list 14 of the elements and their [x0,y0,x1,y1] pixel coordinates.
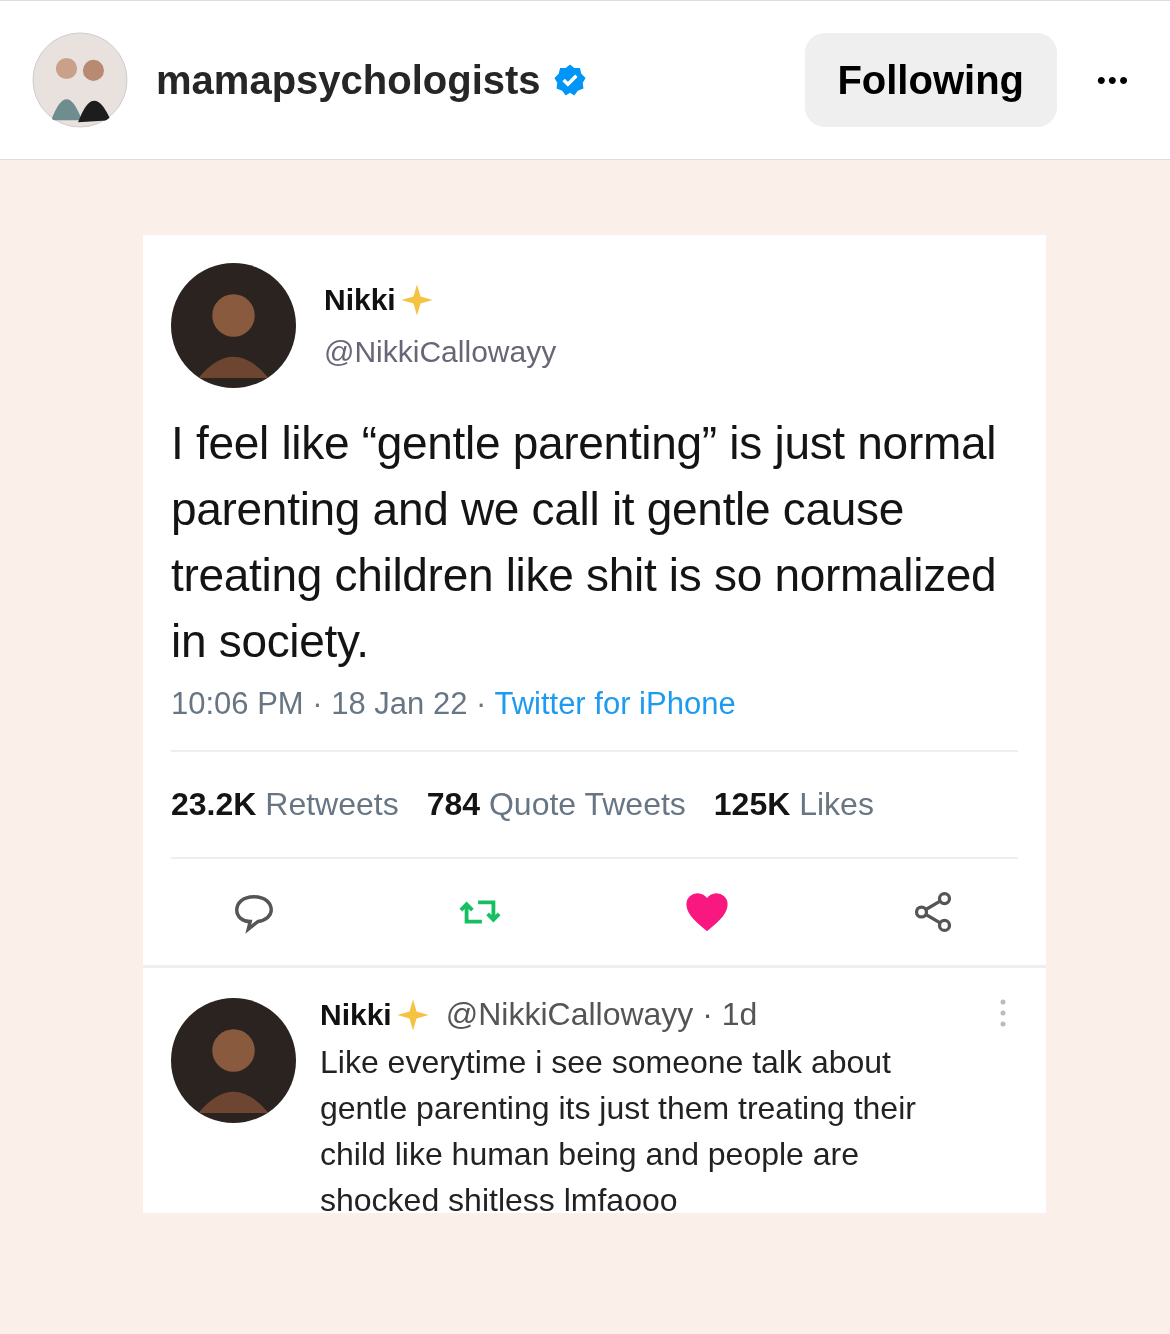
username[interactable]: mamapsychologists [156,57,541,103]
stat-count: 125K Likes [713,786,874,823]
handle: @NikkiCallowayy [324,334,557,369]
handle: @NikkiCallowayy · 1d [445,996,758,1033]
stat-count: 784 Quote Tweets [426,786,686,823]
timestamp: 10:06 PM · 18 Jan 22 · [171,686,488,721]
avatar[interactable] [32,32,128,128]
display-name: Nikki [324,282,396,317]
more-button[interactable]: ••• [1096,64,1130,96]
display-name: Nikki [320,997,392,1032]
reply-text: Like everytime i see someone talk about gentle parenting its just them treating their child like human being and people are shocked shitless lmfaooo [320,1043,917,1213]
stat-count: 23.2K Retweets [171,786,399,823]
tweet-text: I feel like “gentle parenting” is just normal parenting and we call it gentle cause treating children like shit is so normalized in society. [171,416,998,669]
following-button[interactable]: Following [804,33,1057,127]
